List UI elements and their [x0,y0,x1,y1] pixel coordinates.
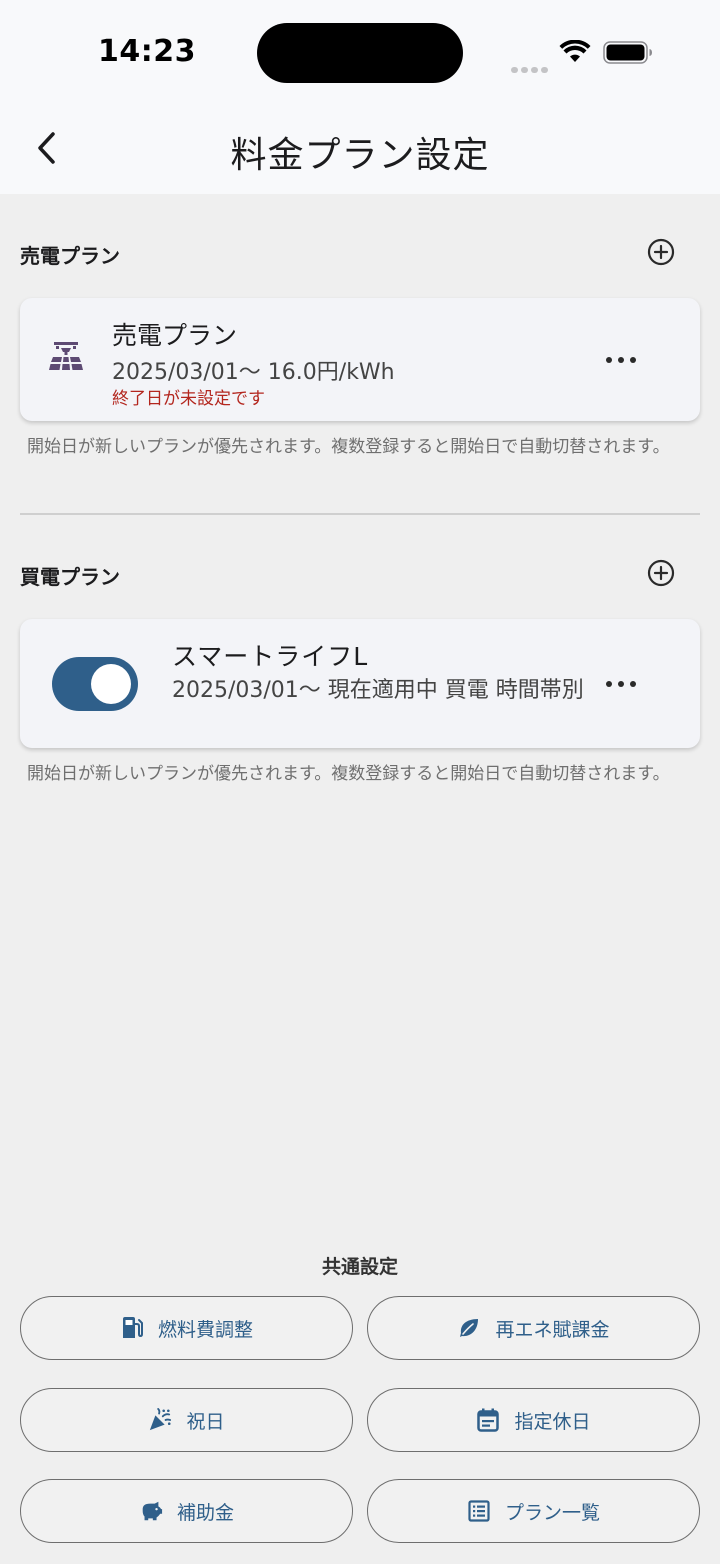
sell-plan-detail: 2025/03/01〜 16.0円/kWh [112,360,395,385]
solar-panel-icon [49,342,83,370]
sell-plan-hint: 開始日が新しいプランが優先されます。複数登録すると開始日で自動切替されます。 [27,437,670,457]
section-divider [20,513,700,515]
dynamic-island [257,23,463,83]
designated-holidays-label: 指定休日 [514,1410,591,1433]
list-icon [467,1499,491,1523]
sell-plan-warning: 終了日が未設定です [112,389,265,409]
subsidy-label: 補助金 [176,1501,234,1524]
add-buy-plan-button[interactable] [646,558,676,588]
sell-plan-section-title: 売電プラン [20,244,120,268]
sell-plan-card[interactable]: 売電プラン 2025/03/01〜 16.0円/kWh 終了日が未設定です [20,298,700,421]
more-dot [618,681,624,687]
more-dot [630,357,636,363]
holidays-button[interactable]: 祝日 [20,1388,353,1452]
buy-plan-detail: 2025/03/01〜 現在適用中 買電 時間帯別 [172,678,584,703]
buy-plan-hint: 開始日が新しいプランが優先されます。複数登録すると開始日で自動切替されます。 [27,764,670,784]
screen: 14:23 料金プラン設定 売電プラン 売電プラン 2025/03/01〜 16… [0,0,720,1564]
buy-plan-toggle[interactable] [52,657,138,711]
add-sell-plan-button[interactable] [646,237,676,267]
buy-plan-card[interactable]: スマートライフL 2025/03/01〜 現在適用中 買電 時間帯別 [20,619,700,748]
piggy-bank-icon [139,1499,163,1523]
battery-icon [603,41,652,64]
buy-plan-header: 買電プラン [20,553,700,593]
party-popper-icon [148,1408,172,1432]
more-dot [606,357,612,363]
more-dot [630,681,636,687]
sell-plan-name: 売電プラン [112,321,238,350]
common-settings-title: 共通設定 [321,1256,398,1278]
renewable-levy-label: 再エネ賦課金 [495,1318,610,1341]
plan-list-label: プラン一覧 [504,1501,600,1524]
wifi-icon [559,40,591,62]
more-dot [606,681,612,687]
cellular-signal-icon [511,58,551,77]
renewable-levy-button[interactable]: 再エネ賦課金 [367,1296,700,1360]
plan-list-button[interactable]: プラン一覧 [367,1479,700,1543]
fuel-pump-icon [120,1316,144,1340]
sell-plan-more-button[interactable] [606,354,636,366]
page-title: 料金プラン設定 [230,135,490,176]
buy-plan-more-button[interactable] [606,678,636,690]
calendar-icon [476,1408,500,1432]
buy-plan-name: スマートライフL [172,642,369,671]
navigation-bar: 料金プラン設定 [0,106,720,194]
leaf-icon [457,1316,481,1340]
status-bar: 14:23 [0,0,720,106]
status-time: 14:23 [98,34,196,69]
toggle-knob [91,664,131,704]
sell-plan-header: 売電プラン [20,232,700,272]
designated-holidays-button[interactable]: 指定休日 [367,1388,700,1452]
fuel-adjustment-label: 燃料費調整 [157,1318,253,1341]
more-dot [618,357,624,363]
subsidy-button[interactable]: 補助金 [20,1479,353,1543]
buy-plan-section-title: 買電プラン [20,565,120,589]
holidays-label: 祝日 [186,1410,225,1433]
fuel-adjustment-button[interactable]: 燃料費調整 [20,1296,353,1360]
